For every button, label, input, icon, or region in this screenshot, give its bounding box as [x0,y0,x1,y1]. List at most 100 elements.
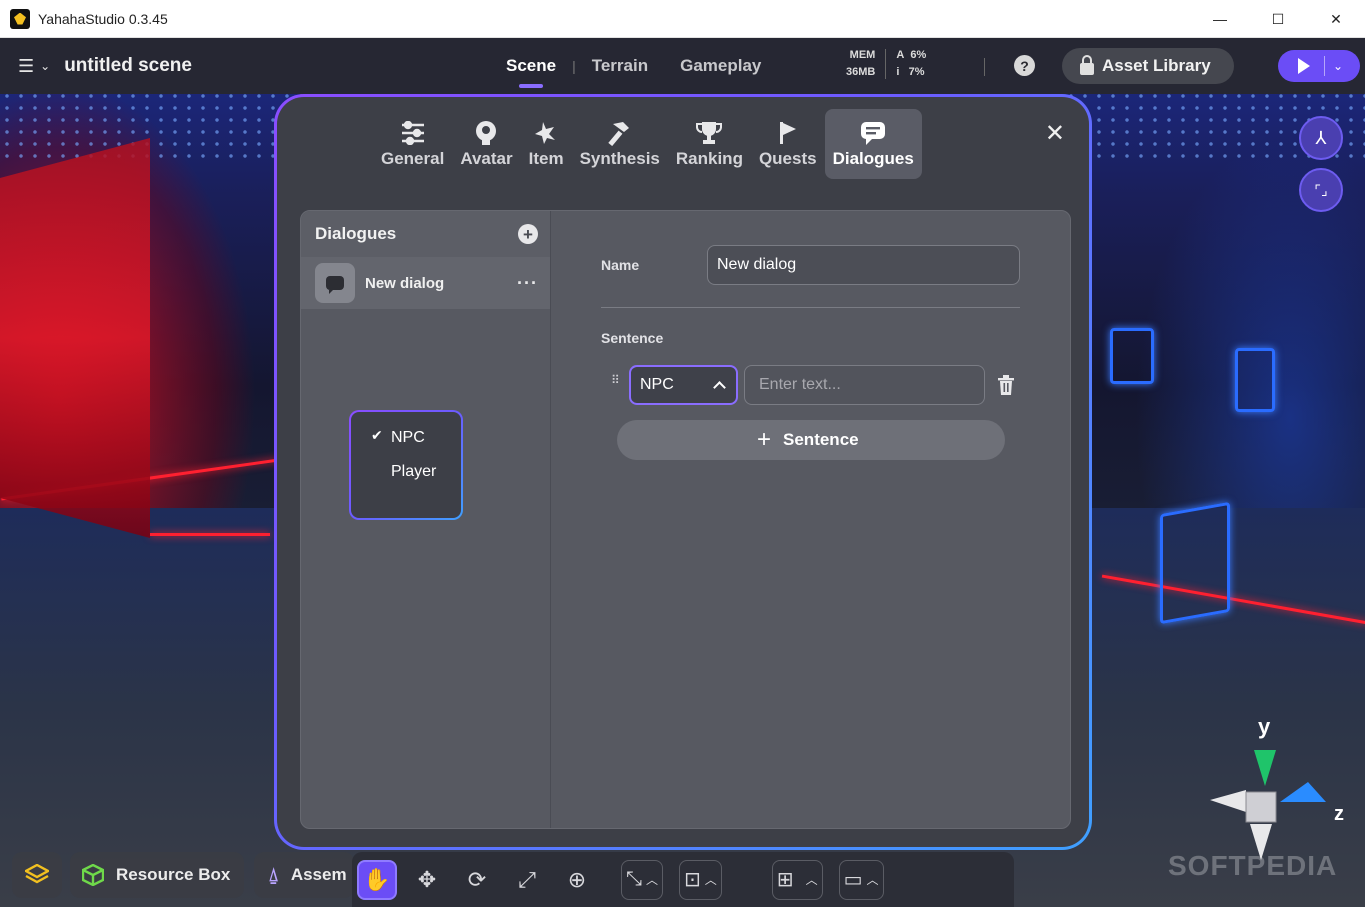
pivot-tool-group[interactable]: ⊡ ︿ [679,859,722,900]
rotate-tool-button[interactable]: ⟳ [457,860,497,900]
tab-item[interactable]: Item [521,109,572,179]
layers-button[interactable] [12,852,62,898]
orientation-gizmo[interactable]: y z [1200,712,1360,862]
sliders-icon [400,119,426,147]
gizmo-center-cube[interactable] [1245,791,1277,823]
lock-icon [1080,54,1094,75]
gizmo-x-cone[interactable] [1210,790,1246,812]
focus-button[interactable]: ⌜⌟ [1299,168,1343,212]
avatar-icon [474,119,498,147]
speaker-select[interactable]: NPC [629,365,738,405]
more-options-icon[interactable]: ··· [517,273,538,294]
add-sentence-button[interactable]: + Sentence [617,420,1005,460]
camera-axis-button[interactable]: ⅄ [1299,116,1343,160]
list-item[interactable]: New dialog ··· [301,257,550,309]
add-dialogue-icon[interactable]: + [518,224,538,244]
chevron-up-icon[interactable]: ︿ [705,871,717,888]
speaker-option-npc[interactable]: ✔ NPC [351,426,461,450]
form-divider [601,307,1020,308]
speaker-select-value: NPC [640,376,674,393]
chevron-down-icon: ⌄ [40,59,51,73]
name-label: Name [601,257,640,273]
gizmo-y-label: y [1258,714,1271,739]
tab-quests-label: Quests [758,149,817,168]
dialog-item-label: New dialog [365,274,445,292]
asset-library-button[interactable]: Asset Library [1062,48,1234,84]
play-button[interactable]: ⌄ [1278,50,1360,82]
resource-box-label: Resource Box [116,865,231,884]
camera-tool-group[interactable]: ▭ ︿ [838,859,884,900]
tab-ranking[interactable]: Ranking [668,109,751,179]
tab-avatar[interactable]: Avatar [452,109,520,179]
resource-box-button[interactable]: Resource Box [70,852,244,898]
hammer-icon [607,119,633,147]
tab-general-label: General [381,149,445,168]
assets-button[interactable]: ⍙ Assem [254,852,354,898]
topbar-divider [984,58,985,76]
tab-synthesis[interactable]: Synthesis [572,109,668,179]
dialogue-list-header: Dialogues + [301,211,550,257]
minimize-button[interactable]: — [1191,0,1249,38]
transform-tool-button[interactable]: ⊕ [557,860,597,900]
grid-icon: ⊞ [776,869,794,891]
hand-icon: ✋ [363,866,391,892]
dialog-name-input[interactable]: New dialog [707,245,1020,285]
move-tool-button[interactable]: ✥ [407,860,447,900]
chat-icon [860,119,886,147]
mem-label: MEM [849,49,876,61]
check-icon: ✔ [371,427,383,443]
play-options-chevron-icon[interactable]: ⌄ [1333,59,1343,73]
editor-topbar: ☰ ⌄ untitled scene Scene | Terrain Gamep… [0,38,1365,94]
flag-icon [777,119,799,147]
close-window-button[interactable]: ✕ [1307,0,1365,38]
tab-ranking-label: Ranking [675,149,743,168]
transform-toolbar: ✋ ✥ ⟳ ⤢ ⊕ ⤡ ︿ ⊡ ︿ ⊞ ︿ ▭ ︿ [352,852,1014,907]
tab-dialogues[interactable]: Dialogues [824,109,922,179]
focus-frame-icon: ⌜⌟ [1314,181,1328,198]
sentence-text-input[interactable]: Enter text... [744,365,985,405]
trophy-icon [695,119,723,147]
grid-tool-group[interactable]: ⊞ ︿ [771,859,823,900]
tab-terrain[interactable]: Terrain [576,56,664,76]
hand-tool-button[interactable]: ✋ [357,859,397,900]
a-stat: A 6% [896,49,927,61]
main-menu-button[interactable]: ☰ ⌄ [18,56,50,77]
window-title: YahahaStudio 0.3.45 [38,10,168,27]
modal-close-icon[interactable]: ✕ [1045,119,1065,148]
chevron-up-icon [713,381,726,394]
help-icon[interactable]: ? [1014,55,1035,76]
chevron-up-icon[interactable]: ︿ [866,871,878,888]
gizmo-z-cone[interactable] [1280,782,1326,802]
neon-strip [150,533,270,536]
assets-label: Assem [290,865,347,884]
cube-icon [82,864,104,886]
category-tabs: General Avatar Item Synthesis Ranking Qu… [373,109,922,181]
chevron-up-icon[interactable]: ︿ [646,871,658,888]
maximize-button[interactable]: ☐ [1249,0,1307,38]
wall-panel [1110,328,1154,384]
trash-icon[interactable] [997,375,1015,395]
rocket-icon: ⍙ [268,864,279,885]
scale-tool-button[interactable]: ⤢ [507,860,547,900]
tab-scene[interactable]: Scene [490,56,572,88]
usage-stat: A 6% i 7% [896,47,926,81]
crate [1160,501,1230,625]
gizmo-y-cone[interactable] [1254,750,1276,786]
snap-icon: ⤡ [626,868,642,890]
chevron-up-icon[interactable]: ︿ [806,871,818,888]
speaker-option-player-label: Player [391,463,437,480]
tab-quests[interactable]: Quests [751,109,825,179]
scale-icon: ⤢ [518,866,536,892]
window-controls: — ☐ ✕ [1191,0,1365,38]
scene-title: untitled scene [64,55,192,76]
red-wall [0,138,150,538]
snap-tool-group[interactable]: ⤡ ︿ [621,859,664,900]
watermark-text: SOFTPEDIA [1168,850,1338,881]
tab-gameplay[interactable]: Gameplay [664,56,777,76]
performance-stats: MEM 36MB A 6% i 7% [846,47,926,81]
speaker-option-player[interactable]: Player [351,460,461,484]
layers-icon [25,864,49,884]
dialogue-list-title: Dialogues [315,224,397,243]
drag-handle-icon[interactable]: ⠿ [611,374,621,386]
tab-general[interactable]: General [373,109,452,179]
